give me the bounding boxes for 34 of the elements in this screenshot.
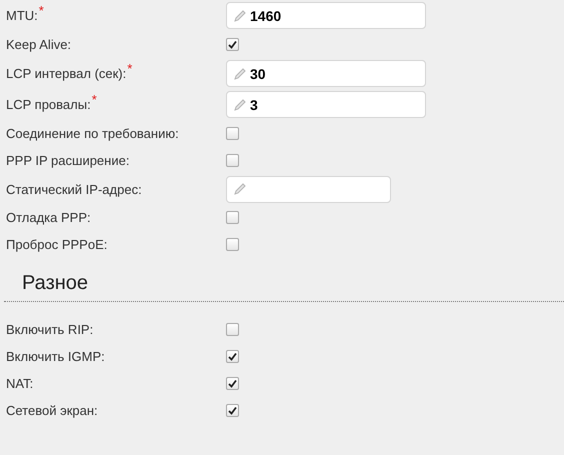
checkbox[interactable] <box>226 154 239 167</box>
field-label: Соединение по требованию: <box>6 126 179 141</box>
field-label: MTU: <box>6 8 38 23</box>
checkbox[interactable] <box>226 377 239 390</box>
checkbox[interactable] <box>226 211 239 224</box>
input-field[interactable]: 3 <box>226 91 426 118</box>
field-label: Сетевой экран: <box>6 403 98 418</box>
input-field[interactable]: 30 <box>226 60 426 87</box>
required-mark: * <box>92 92 97 107</box>
field-label: Статический IP-адрес: <box>6 182 142 196</box>
required-mark: * <box>38 2 44 18</box>
field-label: Включить RIP: <box>6 322 94 337</box>
checkbox[interactable] <box>226 38 239 51</box>
input-field[interactable] <box>226 176 391 202</box>
input-field[interactable]: 1460 <box>226 2 426 29</box>
checkbox[interactable] <box>226 350 239 363</box>
checkbox[interactable] <box>226 127 239 140</box>
field-label: LCP интервал (сек): <box>6 66 126 81</box>
pencil-icon <box>233 182 247 196</box>
field-label: Проброс PPPoE: <box>6 237 108 252</box>
field-label: Отладка PPP: <box>6 210 91 225</box>
section-heading: Разное <box>22 272 88 294</box>
field-label: NAT: <box>6 376 34 391</box>
checkbox[interactable] <box>226 323 239 336</box>
pencil-icon <box>233 98 247 112</box>
field-label: PPP IP расширение: <box>6 153 130 168</box>
checkbox[interactable] <box>226 238 239 251</box>
field-label: LCP провалы: <box>6 97 91 112</box>
pencil-icon <box>233 8 247 22</box>
pencil-icon <box>233 66 247 80</box>
field-label: Включить IGMP: <box>6 349 105 364</box>
required-mark: * <box>127 60 132 76</box>
checkbox[interactable] <box>226 404 239 417</box>
field-label: Keep Alive: <box>6 37 72 52</box>
